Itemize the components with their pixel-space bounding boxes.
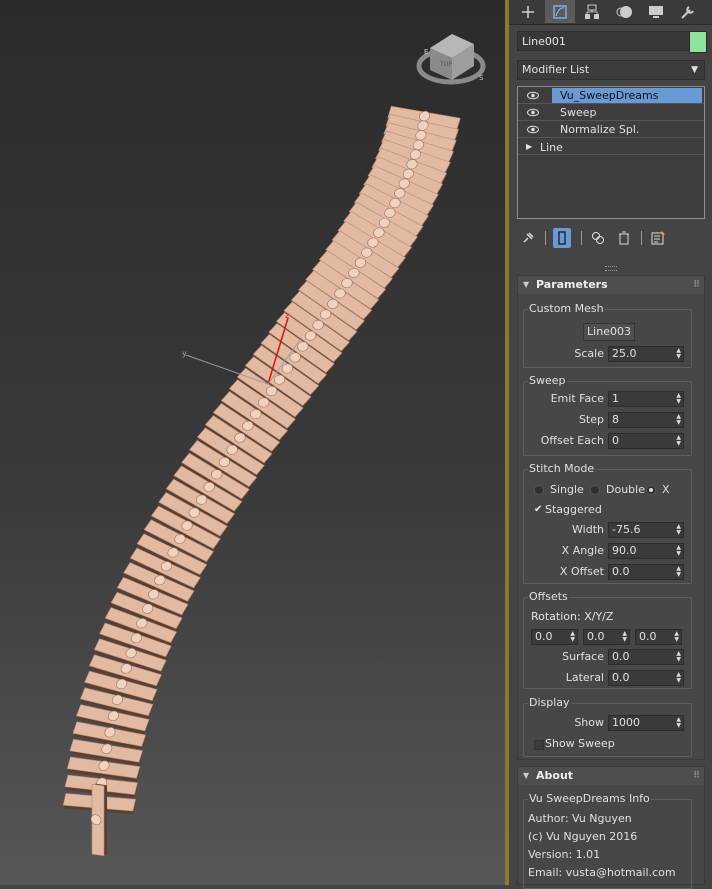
- modifier-list-label: Modifier List: [522, 63, 590, 76]
- motion-tab-icon[interactable]: [609, 0, 639, 23]
- object-color-swatch[interactable]: [689, 31, 707, 53]
- object-name-field[interactable]: Line001: [517, 31, 690, 51]
- sweep-group: Sweep Emit Face 1 ▲ ▼ Step 8 ▲ ▼ Offset Each…: [523, 374, 692, 456]
- stack-item-label: Normalize Spl.: [560, 123, 640, 136]
- display-group: Display Show 1000 ▲ ▼ Show Sweep: [523, 696, 692, 757]
- offsets-title: Offsets: [528, 590, 569, 603]
- x-angle-spinner[interactable]: 90.0 ▲ ▼: [608, 543, 684, 559]
- about-rollout: ▼ About ⠿ Vu SweepDreams Info Author: Vu N…: [517, 766, 705, 889]
- offset-each-label: Offset Each: [540, 434, 604, 447]
- stack-item-normalize-spl[interactable]: Normalize Spl.: [518, 121, 704, 138]
- custom-mesh-pick-button[interactable]: Line003: [583, 323, 635, 341]
- emit-face-spinner[interactable]: 1 ▲ ▼: [608, 391, 684, 407]
- svg-text:E: E: [424, 48, 428, 56]
- x-offset-label: X Offset: [559, 565, 604, 578]
- remove-modifier-icon[interactable]: [615, 228, 633, 248]
- command-panel: Line001 Modifier List ▼ Vu_SweepDreams S…: [509, 0, 712, 889]
- eye-icon[interactable]: [526, 87, 540, 104]
- stitch-mode-title: Stitch Mode: [528, 462, 596, 475]
- viewcube-label: TOP: [439, 61, 452, 68]
- about-email: Email: vusta@hotmail.com: [528, 866, 676, 879]
- stack-item-vu-sweepdreams[interactable]: Vu_SweepDreams: [518, 87, 704, 104]
- eye-icon[interactable]: [526, 121, 540, 138]
- parameters-title: Parameters: [536, 278, 608, 291]
- stitch-mode-group: Stitch Mode Single Double X ✔ Staggered …: [523, 462, 692, 584]
- expand-triangle-icon[interactable]: ▶: [526, 138, 532, 155]
- step-spinner[interactable]: 8 ▲ ▼: [608, 412, 684, 428]
- svg-text:S: S: [479, 74, 484, 82]
- pin-stack-icon[interactable]: [519, 228, 537, 248]
- staggered-label: Staggered: [545, 503, 602, 516]
- scale-spinner[interactable]: 25.0 ▲ ▼: [608, 346, 684, 362]
- chevron-down-icon: ▼: [691, 65, 698, 75]
- about-version: Version: 1.01: [528, 848, 601, 861]
- display-title: Display: [528, 696, 571, 709]
- perspective-viewport[interactable]: z y TOP S E: [0, 0, 505, 885]
- x-angle-label: X Angle: [561, 544, 604, 557]
- width-spinner[interactable]: -75.6 ▲ ▼: [608, 522, 684, 538]
- width-label: Width: [572, 523, 604, 536]
- configure-sets-icon[interactable]: [649, 228, 667, 248]
- show-spinner[interactable]: 1000 ▲ ▼: [608, 715, 684, 731]
- rotation-z-spinner[interactable]: 0.0 ▲ ▼: [635, 629, 682, 645]
- emit-face-label: Emit Face: [550, 392, 604, 405]
- gizmo-y-label: y: [182, 349, 187, 358]
- scale-label: Scale: [574, 347, 604, 360]
- modify-tab-icon[interactable]: [545, 0, 575, 23]
- offset-each-spinner[interactable]: 0 ▲ ▼: [608, 433, 684, 449]
- double-label: Double: [606, 483, 645, 496]
- parameters-rollout-header[interactable]: ▼ Parameters ⠿: [518, 276, 704, 294]
- scene-canvas: z y TOP S E: [62, 34, 486, 857]
- show-end-result-icon[interactable]: [553, 228, 571, 248]
- double-radio[interactable]: [590, 485, 600, 495]
- stack-item-line[interactable]: ▶ Line: [518, 138, 704, 155]
- about-author: Author: Vu Nguyen: [528, 812, 632, 825]
- custom-mesh-group: Custom Mesh Line003 Scale 25.0 ▲ ▼: [523, 302, 692, 368]
- eye-icon[interactable]: [526, 104, 540, 121]
- show-label: Show: [574, 716, 604, 729]
- x-radio[interactable]: [646, 485, 656, 495]
- parameters-rollout: ▼ Parameters ⠿ Custom Mesh Line003 Scale 2…: [517, 275, 705, 760]
- chain-link: [90, 783, 107, 857]
- x-label: X: [662, 483, 670, 496]
- display-tab-icon[interactable]: [641, 0, 671, 23]
- stack-item-sweep[interactable]: Sweep: [518, 104, 704, 121]
- about-copyright: (c) Vu Nguyen 2016: [528, 830, 638, 843]
- about-info-title: Vu SweepDreams Info: [528, 792, 651, 805]
- panel-resize-grip[interactable]: [605, 266, 617, 271]
- show-sweep-label: Show Sweep: [545, 737, 615, 750]
- rotation-label: Rotation: X/Y/Z: [531, 610, 614, 623]
- about-info-group: Vu SweepDreams Info Author: Vu Nguyen (c…: [523, 792, 692, 889]
- hierarchy-tab-icon[interactable]: [577, 0, 607, 23]
- stack-item-label: Vu_SweepDreams: [552, 88, 702, 103]
- chain-mesh: [62, 105, 461, 857]
- modifier-list-dropdown[interactable]: Modifier List ▼: [517, 60, 705, 80]
- about-title: About: [536, 769, 574, 782]
- surface-spinner[interactable]: 0.0 ▲ ▼: [608, 649, 684, 665]
- command-panel-tabs: [509, 0, 712, 25]
- lateral-label: Lateral: [565, 671, 604, 684]
- about-rollout-header[interactable]: ▼ About ⠿: [518, 767, 704, 785]
- utilities-tab-icon[interactable]: [673, 0, 703, 23]
- sweep-title: Sweep: [528, 374, 567, 387]
- rotation-y-spinner[interactable]: 0.0 ▲ ▼: [583, 629, 630, 645]
- staggered-checkbox[interactable]: ✔: [534, 505, 544, 515]
- show-sweep-checkbox[interactable]: [534, 740, 544, 750]
- make-unique-icon[interactable]: [589, 228, 607, 248]
- lateral-spinner[interactable]: 0.0 ▲ ▼: [608, 670, 684, 686]
- gizmo-z-label: z: [285, 311, 289, 320]
- viewcube[interactable]: TOP S E: [416, 34, 486, 85]
- single-label: Single: [550, 483, 584, 496]
- step-label: Step: [578, 413, 604, 426]
- modifier-stack: Vu_SweepDreams Sweep Normalize Spl. ▶ Li…: [517, 86, 705, 219]
- stack-item-label: Sweep: [560, 106, 597, 119]
- stack-toolbar: [517, 228, 705, 250]
- create-tab-icon[interactable]: [513, 0, 543, 23]
- single-radio[interactable]: [534, 485, 544, 495]
- custom-mesh-title: Custom Mesh: [528, 302, 605, 315]
- surface-label: Surface: [562, 650, 604, 663]
- rotation-x-spinner[interactable]: 0.0 ▲ ▼: [531, 629, 578, 645]
- x-offset-spinner[interactable]: 0.0 ▲ ▼: [608, 564, 684, 580]
- offsets-group: Offsets Rotation: X/Y/Z 0.0 ▲ ▼ 0.0 ▲ ▼ 0.0 ▲…: [523, 590, 692, 689]
